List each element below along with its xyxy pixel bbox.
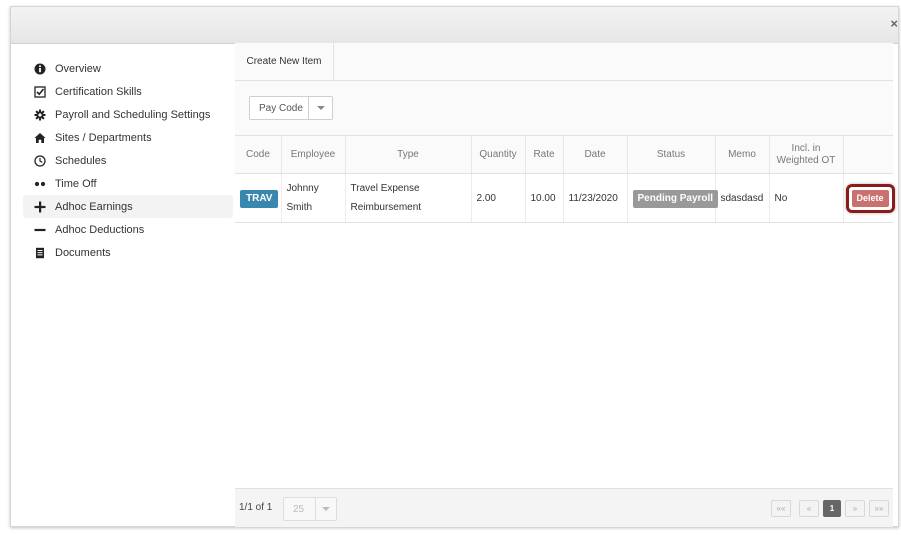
code-badge: TRAV (240, 189, 279, 208)
last-page-button[interactable]: »» (869, 500, 889, 517)
column-header-actions (843, 136, 893, 174)
column-header-employee[interactable]: Employee (281, 136, 346, 174)
filter-area: Pay Code (235, 81, 893, 136)
sidebar-item-label: Payroll and Scheduling Settings (55, 108, 211, 121)
cell-rate: 10.00 (525, 173, 564, 223)
sidebar-item-label: Adhoc Deductions (55, 223, 145, 236)
info-icon (34, 63, 46, 75)
gear-icon (34, 109, 46, 121)
dialog-window: × Overview Certification Skills Payroll … (10, 6, 899, 527)
cell-actions: Delete (843, 173, 895, 223)
plus-icon (34, 201, 46, 213)
sidebar-item-time-off[interactable]: Time Off (23, 172, 233, 195)
employee-first-name: Johnny (286, 183, 319, 194)
cell-memo: sdasdasd (715, 173, 770, 223)
chevron-down-icon[interactable] (308, 97, 332, 119)
sidebar-item-overview[interactable]: Overview (23, 57, 233, 80)
sidebar-item-label: Certification Skills (55, 85, 142, 98)
sidebar-item-adhoc-earnings[interactable]: Adhoc Earnings (23, 195, 233, 218)
main-panel: Create New Item Pay Code Code Employee T… (235, 43, 895, 527)
sidebar-item-label: Sites / Departments (55, 131, 152, 144)
sidebar-item-sites-departments[interactable]: Sites / Departments (23, 126, 233, 149)
column-header-weighted-ot[interactable]: Incl. in Weighted OT (769, 136, 844, 174)
delete-highlight-ring: Delete (845, 183, 895, 213)
sidebar-item-schedules[interactable]: Schedules (23, 149, 233, 172)
create-new-item-button[interactable]: Create New Item (235, 43, 334, 80)
type-line-2: Reimbursement (350, 202, 422, 213)
table-row: TRAV Johnny Smith Travel Expense Reimbur… (235, 173, 895, 223)
cell-status: Pending Payroll (627, 173, 719, 223)
column-header-memo[interactable]: Memo (715, 136, 770, 174)
first-page-button[interactable]: «« (771, 500, 791, 517)
checkbox-icon (34, 85, 46, 98)
cell-quantity: 2.00 (471, 173, 526, 223)
table-header-row: Code Employee Type Quantity Rate Date St… (235, 136, 893, 174)
page-size-value: 25 (293, 503, 305, 515)
column-header-date[interactable]: Date (563, 136, 628, 174)
employee-last-name: Smith (286, 202, 313, 213)
type-line-1: Travel Expense (350, 183, 420, 194)
column-header-type[interactable]: Type (345, 136, 472, 174)
sidebar: Overview Certification Skills Payroll an… (23, 57, 233, 264)
current-page-button[interactable]: 1 (823, 500, 841, 517)
home-icon (34, 132, 46, 144)
cell-employee: Johnny Smith (281, 173, 346, 223)
next-page-button[interactable]: » (845, 500, 865, 517)
cell-code: TRAV (235, 173, 282, 223)
sidebar-item-label: Documents (55, 246, 111, 259)
document-icon (34, 247, 46, 259)
prev-page-button[interactable]: « (799, 500, 819, 517)
table-footer: 1/1 of 1 25 «« « 1 » »» (235, 488, 893, 527)
sidebar-item-certification-skills[interactable]: Certification Skills (23, 80, 233, 103)
pagination: «« « 1 » »» (767, 500, 889, 517)
clock-icon (34, 154, 46, 167)
close-icon[interactable]: × (890, 17, 898, 31)
delete-button[interactable]: Delete (851, 189, 889, 207)
sidebar-item-label: Adhoc Earnings (55, 200, 133, 213)
adhoc-earnings-table: Code Employee Type Quantity Rate Date St… (235, 136, 895, 223)
minus-icon (34, 224, 46, 236)
sidebar-item-adhoc-deductions[interactable]: Adhoc Deductions (23, 218, 233, 241)
sidebar-item-label: Time Off (55, 177, 97, 190)
column-header-status[interactable]: Status (627, 136, 716, 174)
sidebar-item-documents[interactable]: Documents (23, 241, 233, 264)
page-info: 1/1 of 1 (239, 502, 273, 513)
column-header-quantity[interactable]: Quantity (471, 136, 526, 174)
sidebar-item-label: Overview (55, 62, 101, 75)
column-header-rate[interactable]: Rate (525, 136, 564, 174)
cell-weighted-ot: No (769, 173, 844, 223)
dialog-titlebar: × (11, 7, 898, 44)
sidebar-item-label: Schedules (55, 154, 107, 167)
column-header-code[interactable]: Code (235, 136, 282, 174)
cell-date: 11/23/2020 (563, 173, 628, 223)
page-size-dropdown[interactable]: 25 (283, 497, 337, 521)
pay-code-dropdown[interactable]: Pay Code (249, 96, 333, 120)
chevron-down-icon[interactable] (315, 498, 336, 520)
status-badge: Pending Payroll (632, 189, 719, 208)
dots-icon (34, 178, 46, 190)
toolbar: Create New Item (235, 43, 893, 81)
pay-code-label: Pay Code (259, 102, 303, 114)
sidebar-item-payroll-settings[interactable]: Payroll and Scheduling Settings (23, 103, 233, 126)
cell-type: Travel Expense Reimbursement (345, 173, 472, 223)
